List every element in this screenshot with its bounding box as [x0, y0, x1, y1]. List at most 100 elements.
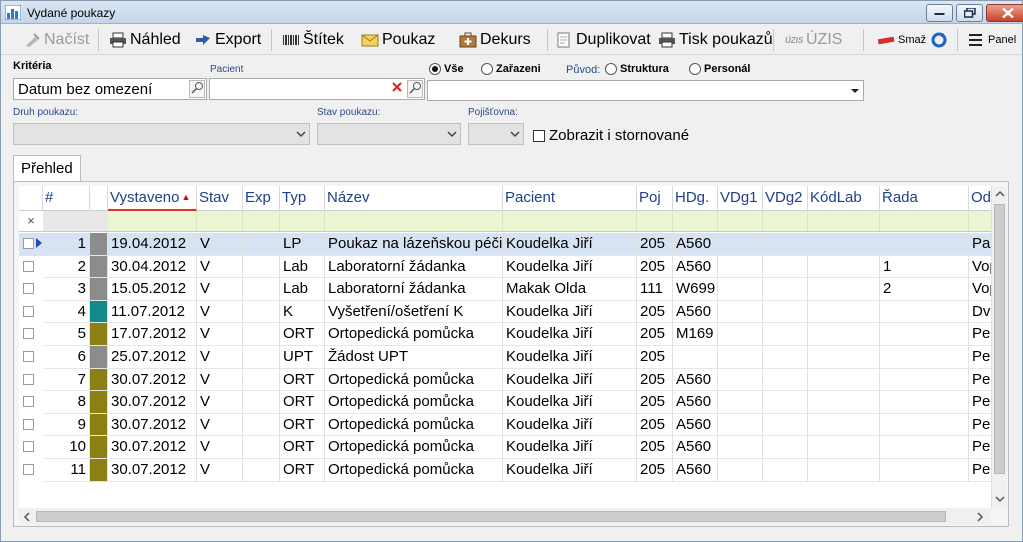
- header-col-odes[interactable]: Odes: [969, 186, 991, 211]
- pacient-field[interactable]: [209, 78, 425, 100]
- radio-vse[interactable]: Vše: [429, 63, 464, 75]
- cell-rada: [880, 233, 969, 256]
- header-col-rada[interactable]: Řada: [880, 186, 969, 211]
- cell-pacient: Koudelka Jiří: [503, 436, 637, 459]
- pojistovna-dropdown[interactable]: [468, 123, 524, 145]
- row-checkbox[interactable]: [23, 305, 34, 317]
- filter-cell-col-stav[interactable]: [197, 211, 243, 231]
- header-col-vdg2[interactable]: VDg2: [763, 186, 808, 211]
- filter-cell-col-poj[interactable]: [637, 211, 673, 231]
- clear-filter-icon[interactable]: ×: [19, 211, 43, 231]
- header-col-color[interactable]: [90, 186, 108, 211]
- header-col-vdg1[interactable]: VDg1: [718, 186, 763, 211]
- stav-dropdown[interactable]: [317, 123, 461, 145]
- table-row[interactable]: 8 30.07.2012 V ORT Ortopedická pomůcka Koudel…: [19, 391, 991, 414]
- table-row[interactable]: 6 25.07.2012 V UPT Žádost UPT Koudelka Jiří 20…: [19, 346, 991, 369]
- storno-checkbox[interactable]: Zobrazit i stornované: [533, 127, 689, 144]
- filter-cell-col-typ[interactable]: [280, 211, 325, 231]
- row-checkbox[interactable]: [23, 373, 34, 385]
- row-checkbox[interactable]: [23, 283, 34, 295]
- filter-cell-col-nazev[interactable]: [325, 211, 503, 231]
- filter-cell-col-vdg2[interactable]: [763, 211, 808, 231]
- filter-cell-col-pacient[interactable]: [503, 211, 637, 231]
- radio-personal[interactable]: Personál: [689, 63, 750, 75]
- header-col-stav[interactable]: Stav: [197, 186, 243, 211]
- kriteria-field[interactable]: Datum bez omezení: [13, 78, 207, 100]
- filter-cell-col-odes[interactable]: [969, 211, 991, 231]
- export-button[interactable]: Export: [194, 29, 261, 51]
- header-col-typ[interactable]: Typ: [280, 186, 325, 211]
- header-col-poj[interactable]: Poj: [637, 186, 673, 211]
- row-checkbox[interactable]: [23, 396, 34, 408]
- vertical-scrollbar[interactable]: [991, 186, 1007, 508]
- radio-zarazeni[interactable]: Zařazeni: [481, 63, 541, 75]
- table-row[interactable]: 4 11.07.2012 V K Vyšetření/ošetření K Koudelk…: [19, 300, 991, 324]
- stitek-button[interactable]: Štítek: [282, 29, 344, 51]
- header-col-hdg[interactable]: HDg.: [673, 186, 718, 211]
- nacist-button[interactable]: Načíst: [23, 29, 89, 51]
- header-col-nazev[interactable]: Název: [325, 186, 503, 211]
- pacient-clear-button[interactable]: [390, 80, 406, 98]
- filter-row[interactable]: ×: [19, 211, 991, 232]
- pacient-label: Pacient: [210, 64, 244, 75]
- tisk-button[interactable]: Tisk poukazů: [658, 29, 773, 51]
- header-col-vystaveno[interactable]: Vystaveno ▲: [108, 186, 197, 211]
- refresh-button[interactable]: [930, 29, 951, 51]
- filter-cell-col-kodlab[interactable]: [808, 211, 880, 231]
- row-checkbox[interactable]: [23, 464, 34, 475]
- filter-cell-col-vystaveno[interactable]: [108, 211, 197, 231]
- poukaz-button[interactable]: Poukaz: [361, 29, 435, 51]
- radio-struktura[interactable]: Struktura: [605, 63, 669, 75]
- table-row[interactable]: 7 30.07.2012 V ORT Ortopedická pomůcka Koudel…: [19, 368, 991, 392]
- data-grid: # Vystaveno ▲ Stav Exp Typ Název Pacient Poj HDg.…: [19, 186, 991, 508]
- row-checkbox[interactable]: [23, 260, 34, 272]
- row-checkbox[interactable]: [23, 418, 34, 430]
- vertical-scroll-thumb[interactable]: [994, 204, 1005, 474]
- table-row[interactable]: 9 30.07.2012 V ORT Ortopedická pomůcka Koudel…: [19, 413, 991, 437]
- horizontal-scroll-thumb[interactable]: [36, 511, 946, 522]
- uzis-button[interactable]: ÚZIS ÚZIS: [785, 29, 842, 51]
- scroll-right-icon[interactable]: [977, 512, 984, 522]
- cell-vdg2: [763, 346, 808, 369]
- cell-vdg1: [718, 368, 763, 392]
- maximize-button[interactable]: [956, 4, 983, 22]
- kriteria-search-button[interactable]: [189, 80, 205, 98]
- pacient-search-button[interactable]: [407, 80, 423, 98]
- table-row[interactable]: 10 30.07.2012 V ORT Ortopedická pomůcka Koude…: [19, 436, 991, 459]
- header-col-exp[interactable]: Exp: [243, 186, 280, 211]
- panel-button[interactable]: Panel: [967, 29, 1016, 51]
- filter-cell-col-vdg1[interactable]: [718, 211, 763, 231]
- table-row[interactable]: 5 17.07.2012 V ORT Ortopedická pomůcka Koudel…: [19, 323, 991, 346]
- row-checkbox[interactable]: [23, 238, 34, 249]
- close-window-button[interactable]: [986, 4, 1023, 22]
- table-row[interactable]: 2 30.04.2012 V Lab Laboratorní žádanka Koudel…: [19, 255, 991, 279]
- minimize-button[interactable]: [926, 4, 953, 22]
- nahled-button[interactable]: Náhled: [109, 29, 181, 51]
- table-row[interactable]: 3 15.05.2012 V Lab Laboratorní žádanka Makak …: [19, 278, 991, 301]
- dekurs-button[interactable]: Dekurs: [459, 29, 531, 51]
- header-col-number[interactable]: #: [43, 186, 90, 211]
- header-col-kodlab[interactable]: KódLab: [808, 186, 880, 211]
- scroll-left-icon[interactable]: [23, 512, 30, 522]
- scroll-up-icon[interactable]: [995, 190, 1005, 197]
- patient-results-dropdown[interactable]: [427, 80, 864, 101]
- header-col-pacient[interactable]: Pacient: [503, 186, 637, 211]
- smaz-button[interactable]: Smaž: [877, 29, 926, 51]
- clear-x-icon: [392, 82, 402, 92]
- scroll-down-icon[interactable]: [995, 496, 1005, 503]
- copy-document-icon: [557, 32, 570, 48]
- tab-prehled[interactable]: Přehled: [13, 155, 81, 182]
- filter-cell-col-exp[interactable]: [243, 211, 280, 231]
- row-checkbox[interactable]: [23, 351, 34, 362]
- horizontal-scrollbar[interactable]: [19, 508, 991, 525]
- filter-cell-col-hdg[interactable]: [673, 211, 718, 231]
- filter-cell-col-rada[interactable]: [880, 211, 969, 231]
- duplikovat-button[interactable]: Duplikovat: [555, 29, 651, 51]
- table-row[interactable]: 1 19.04.2012 V LP Poukaz na lázeňskou péči Ko…: [19, 233, 991, 256]
- row-checkbox[interactable]: [23, 328, 34, 340]
- druh-dropdown[interactable]: [13, 123, 310, 145]
- cell-stav: V: [197, 391, 243, 414]
- row-checkbox[interactable]: [23, 441, 34, 453]
- table-row[interactable]: 11 30.07.2012 V ORT Ortopedická pomůcka Koude…: [19, 459, 991, 482]
- cell-odes: Pac: [969, 233, 991, 256]
